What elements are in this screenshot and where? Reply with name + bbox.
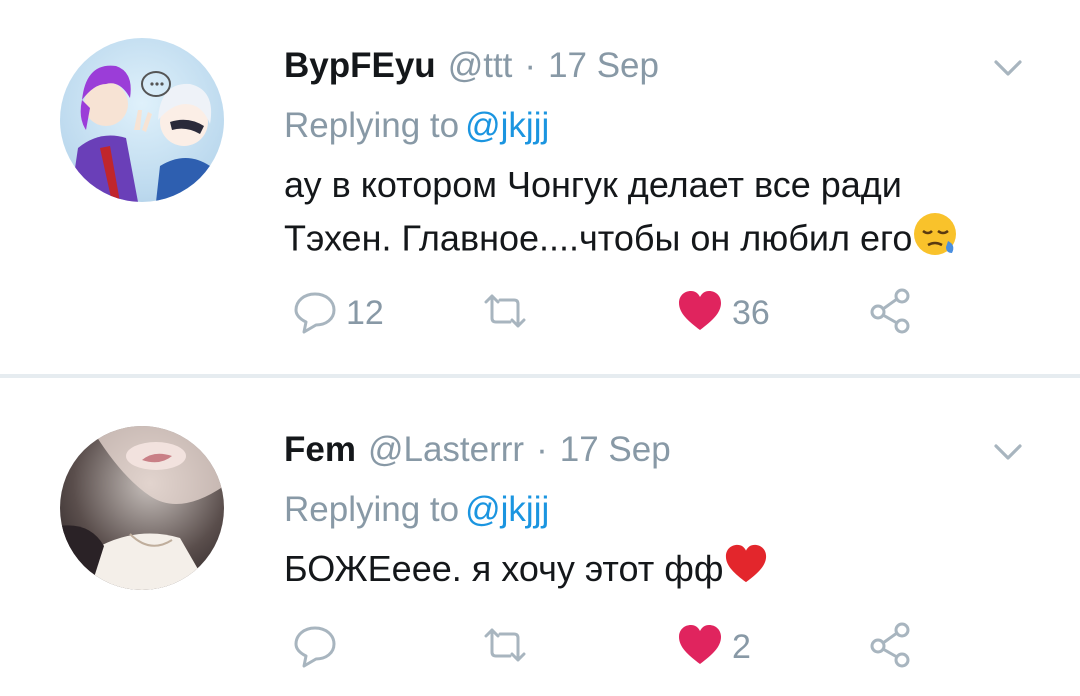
avatar-anime-illustration <box>70 65 218 202</box>
timestamp[interactable]: 17 Sep <box>560 430 671 470</box>
timestamp[interactable]: 17 Sep <box>548 46 659 86</box>
red-heart-icon <box>723 542 769 600</box>
sleepy-face-icon <box>912 211 958 271</box>
replying-to: Replying to @jkjjj <box>284 490 1040 534</box>
replying-to-label: Replying to <box>284 106 460 145</box>
reply-icon <box>292 622 338 673</box>
tweet-content: Fem @Lasterrr · 17 Sep Replying to @jkjjj… <box>284 430 1040 600</box>
tweet[interactable]: Fem @Lasterrr · 17 Sep Replying to @jkjjj… <box>0 378 1080 696</box>
avatar-photo <box>60 426 224 590</box>
like-button[interactable]: 2 <box>676 620 751 674</box>
separator-dot: · <box>536 430 548 469</box>
tweet-text-fragment: Тэхен. Главное....чтобы он любил его <box>284 217 913 259</box>
like-count: 36 <box>732 293 770 332</box>
retweet-button[interactable] <box>480 286 538 340</box>
mention-link[interactable]: @jkjjj <box>465 106 549 145</box>
tweet-text: ау в котором Чонгук делает все ради Тэхе… <box>284 158 1040 271</box>
username[interactable]: @Lasterrr <box>368 430 524 470</box>
tweet-text: БОЖЕеее. я хочу этот фф <box>284 542 1040 600</box>
retweet-button[interactable] <box>480 620 538 674</box>
avatar[interactable] <box>60 38 224 202</box>
share-button[interactable] <box>866 286 914 340</box>
heart-icon <box>676 288 724 339</box>
retweet-icon <box>480 288 530 339</box>
reply-icon <box>292 288 338 339</box>
separator-dot: · <box>524 46 537 85</box>
avatar[interactable] <box>60 426 224 590</box>
reply-count: 12 <box>346 293 384 332</box>
heart-icon <box>676 622 724 673</box>
retweet-icon <box>480 622 530 673</box>
tweet-text-line: Тэхен. Главное....чтобы он любил его <box>284 211 1040 271</box>
tweet-actions: 2 <box>292 620 932 674</box>
reply-button[interactable]: 12 <box>292 286 384 340</box>
chevron-down-icon[interactable] <box>990 50 1026 86</box>
share-icon <box>866 620 914 675</box>
tweet-text-line: ау в котором Чонгук делает все ради <box>284 164 902 205</box>
like-count: 2 <box>732 627 751 666</box>
reply-button[interactable] <box>292 620 346 674</box>
tweet-header: Fem @Lasterrr · 17 Sep <box>284 430 1040 476</box>
tweet-content: BypFEyu @ttt · 17 Sep Replying to @jkjjj … <box>284 46 1040 271</box>
username[interactable]: @ttt <box>448 46 513 86</box>
share-icon <box>866 286 914 341</box>
share-button[interactable] <box>866 620 914 674</box>
like-button[interactable]: 36 <box>676 286 770 340</box>
display-name[interactable]: Fem <box>284 430 356 470</box>
display-name[interactable]: BypFEyu <box>284 46 436 86</box>
tweet-text-line: БОЖЕеее. я хочу этот фф <box>284 542 1040 600</box>
chevron-down-icon[interactable] <box>990 434 1026 470</box>
replying-to: Replying to @jkjjj <box>284 106 1040 150</box>
tweet-actions: 12 36 <box>292 286 932 340</box>
mention-link[interactable]: @jkjjj <box>465 490 549 529</box>
tweet-text-fragment: БОЖЕеее. я хочу этот фф <box>284 548 724 589</box>
tweet[interactable]: BypFEyu @ttt · 17 Sep Replying to @jkjjj … <box>0 0 1080 374</box>
tweet-header: BypFEyu @ttt · 17 Sep <box>284 46 1040 92</box>
replying-to-label: Replying to <box>284 490 460 529</box>
